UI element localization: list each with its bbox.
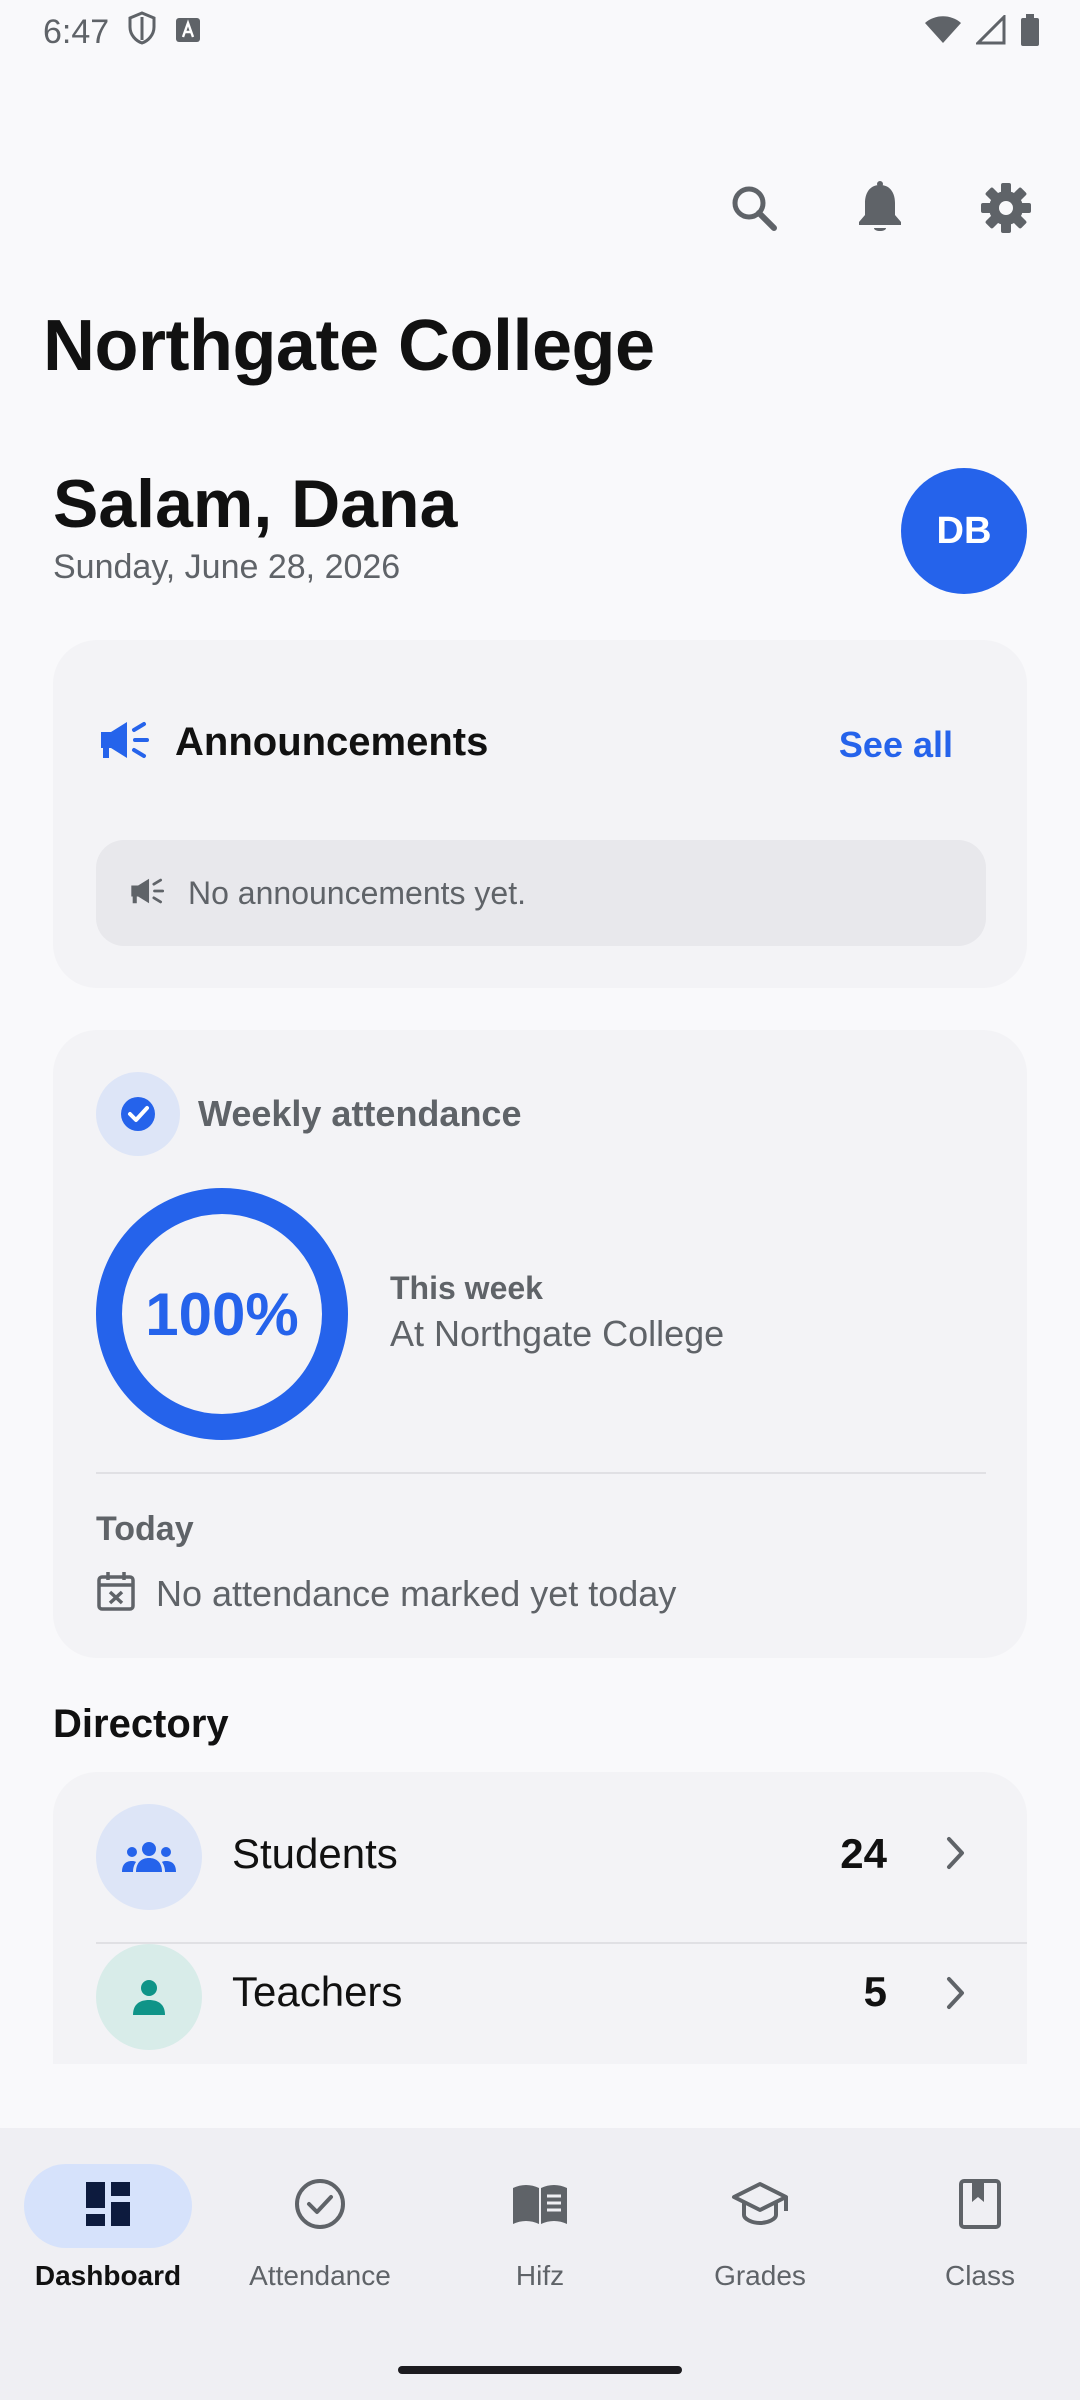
directory-row-teachers[interactable]: Teachers 5 xyxy=(53,1944,1027,2064)
graduation-cap-icon xyxy=(731,2181,789,2232)
attendance-header: Weekly attendance xyxy=(96,1072,521,1156)
divider xyxy=(96,1472,986,1474)
status-bar: 6:47 xyxy=(0,0,1080,64)
shield-icon xyxy=(127,10,157,54)
nav-pill xyxy=(236,2164,404,2248)
battery-icon xyxy=(1020,13,1040,51)
wifi-icon xyxy=(924,15,962,50)
signal-icon xyxy=(974,12,1006,50)
today-label: Today xyxy=(96,1510,194,1548)
attendance-title: Weekly attendance xyxy=(198,1093,522,1134)
nav-label: Hifz xyxy=(515,2260,565,2291)
today-text: No attendance marked yet today xyxy=(156,1572,677,1614)
attendance-percent: 100% xyxy=(145,1280,299,1348)
nav-pill xyxy=(24,2164,192,2248)
week-label: This week xyxy=(390,1270,543,1306)
nav-hifz[interactable]: Hifz xyxy=(432,2164,648,2292)
home-indicator[interactable] xyxy=(398,2366,682,2374)
attendance-progress-ring: 100% xyxy=(96,1188,348,1440)
announcements-title: Announcements xyxy=(175,720,489,764)
announcements-header: Announcements xyxy=(97,718,488,767)
nav-grades[interactable]: Grades xyxy=(652,2164,868,2292)
status-left: 6:47 xyxy=(43,10,201,54)
directory-title: Directory xyxy=(53,1702,229,1746)
nav-label: Dashboard xyxy=(34,2260,182,2291)
nav-label: Grades xyxy=(714,2260,806,2291)
app-notification-icon xyxy=(175,13,201,52)
nav-class[interactable]: Class xyxy=(872,2164,1080,2292)
megaphone-icon xyxy=(128,876,166,911)
nav-dashboard[interactable]: Dashboard xyxy=(0,2164,216,2292)
see-all-link[interactable]: See all xyxy=(839,724,953,766)
megaphone-icon xyxy=(97,718,151,767)
avatar-initials: DB xyxy=(936,509,992,552)
top-actions xyxy=(0,176,1080,246)
group-icon xyxy=(96,1804,202,1910)
search-icon[interactable] xyxy=(722,176,786,240)
check-circle-icon xyxy=(96,1072,180,1156)
announcements-empty-text: No announcements yet. xyxy=(188,874,526,911)
chevron-right-icon xyxy=(945,1976,967,2015)
directory-count: 5 xyxy=(863,1968,887,2015)
weekly-attendance-card[interactable]: Weekly attendance 100% This week At Nort… xyxy=(53,1030,1027,1658)
week-subtitle: At Northgate College xyxy=(390,1313,725,1354)
today-status: No attendance marked yet today xyxy=(96,1570,676,1617)
status-right xyxy=(924,12,1040,51)
dashboard-icon xyxy=(84,2180,132,2233)
page-title: Northgate College xyxy=(43,306,655,386)
nav-label: Class xyxy=(944,2260,1015,2291)
bell-icon[interactable] xyxy=(848,176,912,240)
calendar-x-icon xyxy=(96,1570,136,1617)
directory-label: Students xyxy=(232,1830,398,1877)
directory-row-students[interactable]: Students 24 xyxy=(53,1772,1027,1942)
directory-count: 24 xyxy=(840,1830,887,1877)
nav-attendance[interactable]: Attendance xyxy=(212,2164,428,2292)
greeting-title: Salam, Dana xyxy=(53,466,458,542)
nav-pill xyxy=(456,2164,624,2248)
chevron-right-icon xyxy=(945,1836,967,1875)
nav-label: Attendance xyxy=(249,2260,391,2291)
announcements-card: Announcements See all No announcements y… xyxy=(53,640,1027,988)
bottom-navigation: Dashboard Attendance Hifz Grades Class xyxy=(0,2128,1080,2400)
check-circle-outline-icon xyxy=(294,2178,346,2235)
gear-icon[interactable] xyxy=(974,176,1038,240)
nav-pill xyxy=(676,2164,844,2248)
book-icon xyxy=(958,2178,1002,2235)
person-icon xyxy=(96,1944,202,2050)
book-open-icon xyxy=(511,2182,569,2231)
directory-label: Teachers xyxy=(232,1968,403,2015)
status-time: 6:47 xyxy=(43,12,110,51)
avatar[interactable]: DB xyxy=(901,468,1027,594)
week-info: This week At Northgate College xyxy=(390,1270,724,1355)
announcements-empty-state: No announcements yet. xyxy=(96,840,986,946)
directory-card: Students 24 Teachers 5 xyxy=(53,1772,1027,2064)
greeting-date: Sunday, June 28, 2026 xyxy=(53,548,401,586)
nav-pill xyxy=(896,2164,1064,2248)
greeting: Salam, Dana Sunday, June 28, 2026 xyxy=(53,462,457,587)
